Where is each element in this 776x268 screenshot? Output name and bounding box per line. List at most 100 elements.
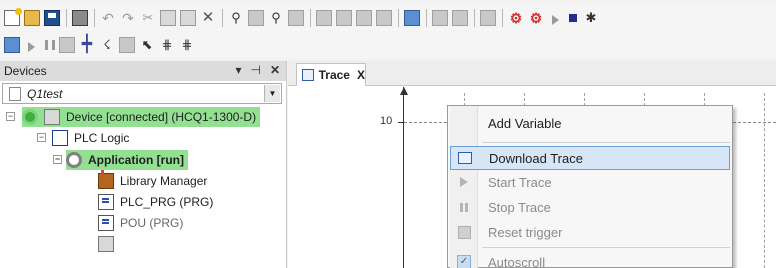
- menu-separator: [482, 247, 730, 248]
- editor-tabstrip: Trace X: [288, 61, 776, 86]
- devices-panel-title: Devices: [4, 64, 47, 78]
- find-replace-icon[interactable]: [248, 10, 264, 26]
- bookmark-icon[interactable]: [316, 10, 332, 26]
- collapse-icon[interactable]: −: [37, 133, 46, 142]
- tree-item-library-manager[interactable]: Library Manager: [98, 170, 207, 191]
- pin-icon[interactable]: ⊣: [250, 63, 260, 77]
- grid-icon[interactable]: [480, 10, 496, 26]
- tree-icon[interactable]: [432, 10, 448, 26]
- tree-item-label: POU (PRG): [120, 216, 184, 230]
- blank-icon[interactable]: [59, 37, 75, 53]
- close-icon[interactable]: ✕: [270, 63, 280, 77]
- paste-icon[interactable]: [180, 10, 196, 26]
- debug-icon[interactable]: ✱: [583, 10, 599, 26]
- trace-tab-icon: [302, 69, 314, 81]
- login-icon[interactable]: ⚙: [528, 10, 544, 26]
- dropdown-icon[interactable]: ▾: [235, 63, 241, 77]
- device-icon: [44, 109, 60, 125]
- grid-pattern-2-icon[interactable]: ⋕: [179, 37, 195, 53]
- binoculars-icon[interactable]: ⚲: [268, 10, 284, 26]
- y-tick: [398, 122, 404, 123]
- monitor-icon[interactable]: [404, 10, 420, 26]
- y-tick-label: 10: [380, 115, 393, 127]
- project-selector[interactable]: Q1test ▼: [2, 83, 282, 104]
- menu-item-reset-trigger[interactable]: Reset trigger: [450, 220, 730, 244]
- toolbar-separator: [310, 9, 311, 27]
- print-icon[interactable]: [72, 10, 88, 26]
- step-icon[interactable]: [336, 10, 352, 26]
- tree-item-partial[interactable]: [98, 234, 120, 254]
- stop-icon[interactable]: [569, 14, 577, 22]
- project-name: Q1test: [27, 86, 63, 101]
- collapse-icon[interactable]: −: [6, 112, 15, 121]
- tree-item-label: Device [connected] (HCQ1-1300-D): [66, 110, 257, 124]
- device-connected-icon: [22, 109, 38, 125]
- cursor-icon[interactable]: ☇: [99, 37, 115, 53]
- open-folder-icon[interactable]: [24, 10, 40, 26]
- pou-icon: [98, 194, 114, 210]
- crosshair-icon[interactable]: ┿: [79, 37, 95, 53]
- copy-icon[interactable]: [160, 10, 176, 26]
- reset-icon: [457, 225, 471, 239]
- pause-icon[interactable]: [45, 40, 55, 50]
- step-into-icon[interactable]: [356, 10, 372, 26]
- play-icon: [460, 177, 468, 187]
- step-out-icon[interactable]: [376, 10, 392, 26]
- menu-separator: [482, 142, 730, 143]
- tree-item-application[interactable]: − Application [run]: [53, 150, 188, 170]
- menu-item-label: Reset trigger: [488, 224, 563, 240]
- library-icon: [98, 170, 114, 189]
- chevron-down-icon[interactable]: ▼: [264, 85, 280, 102]
- menu-gutter-cell: [451, 146, 479, 170]
- redo-icon[interactable]: ↷: [120, 10, 136, 26]
- play-icon[interactable]: [28, 41, 35, 52]
- undo-icon[interactable]: ↶: [100, 10, 116, 26]
- pou-icon: [98, 215, 114, 231]
- new-project-icon[interactable]: [4, 8, 22, 26]
- y-axis-arrow: [400, 87, 408, 95]
- project-icon: [9, 86, 21, 101]
- collapse-icon[interactable]: −: [53, 155, 62, 164]
- find-next-icon[interactable]: [288, 10, 304, 26]
- toolbar-separator: [398, 9, 399, 27]
- trace-chart-icon[interactable]: [4, 37, 20, 53]
- tree-item-pou[interactable]: POU (PRG): [98, 213, 183, 233]
- trace-toolbar: ┿ ☇ ⬉ ⋕ ⋕: [0, 32, 776, 58]
- tree-item-label: PLC Logic: [74, 131, 130, 145]
- menu-gutter-cell: [450, 195, 478, 219]
- tab-trace[interactable]: Trace X: [296, 63, 366, 86]
- application-icon: [66, 152, 82, 168]
- run-icon[interactable]: [552, 14, 559, 25]
- menu-item-add-variable[interactable]: Add Variable: [450, 111, 730, 135]
- close-tab-icon[interactable]: X: [357, 68, 365, 82]
- menu-item-stop-trace[interactable]: Stop Trace: [450, 195, 730, 219]
- delete-icon[interactable]: ✕: [200, 10, 216, 26]
- tab-label: Trace: [318, 68, 350, 82]
- window-icon[interactable]: [452, 10, 468, 26]
- trace-context-menu: Add Variable Download Trace Start Trace …: [447, 105, 733, 268]
- tree-item-device[interactable]: − Device [connected] (HCQ1-1300-D): [6, 107, 261, 127]
- tree-item-plc-logic[interactable]: − PLC Logic: [37, 128, 130, 148]
- toolbar-separator: [66, 9, 67, 27]
- menu-item-autoscroll[interactable]: ✓ Autoscroll: [450, 250, 730, 268]
- devices-panel: Devices ▾ ⊣ ✕ Q1test ▼ − Device [connect…: [0, 61, 287, 268]
- checked-icon: ✓: [457, 255, 471, 268]
- main-toolbar: ↶ ↷ ✂ ✕ ⚲ ⚲ ⚙ ⚙ ✱: [0, 5, 776, 31]
- tree-item-plc-prg[interactable]: PLC_PRG (PRG): [98, 192, 213, 212]
- menu-gutter-cell: [450, 170, 478, 194]
- menu-item-label: Download Trace: [489, 150, 583, 166]
- online-icon[interactable]: ⚙: [508, 10, 524, 26]
- toolbar-separator: [222, 9, 223, 27]
- menu-item-label: Start Trace: [488, 174, 552, 190]
- menu-item-download-trace[interactable]: Download Trace: [450, 146, 730, 170]
- zoom-icon[interactable]: [119, 37, 135, 53]
- find-icon[interactable]: ⚲: [228, 10, 244, 26]
- cut-icon[interactable]: ✂: [140, 10, 156, 26]
- menu-item-start-trace[interactable]: Start Trace: [450, 170, 730, 194]
- plc-logic-icon: [52, 130, 68, 146]
- pause-icon: [460, 202, 468, 212]
- pointer-icon[interactable]: ⬉: [139, 37, 155, 53]
- save-icon[interactable]: [44, 10, 60, 26]
- grid-pattern-icon[interactable]: ⋕: [159, 37, 175, 53]
- toolbar-separator: [426, 9, 427, 27]
